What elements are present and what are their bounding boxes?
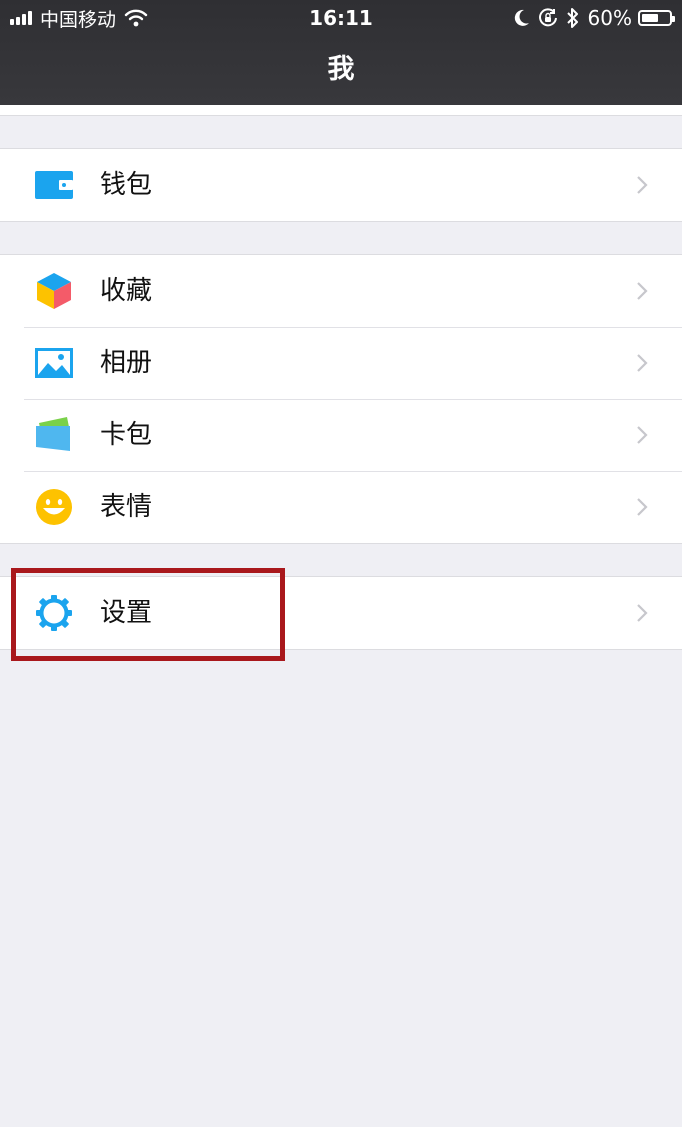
settings-highlight-box	[11, 568, 285, 661]
emoji-smile-icon	[36, 489, 72, 525]
moon-icon	[514, 9, 529, 26]
menu-item-label: 表情	[100, 492, 153, 522]
header-divider	[0, 105, 682, 116]
card-pack-icon	[36, 417, 70, 451]
chevron-right-icon	[637, 498, 648, 516]
album-icon	[35, 348, 73, 378]
menu-item-label: 钱包	[100, 170, 153, 200]
chevron-right-icon	[637, 604, 648, 622]
menu-item-wallet[interactable]: 钱包	[0, 149, 682, 221]
chevron-right-icon	[637, 176, 648, 194]
menu-item-label: 收藏	[100, 276, 153, 306]
menu-item-label: 卡包	[100, 420, 153, 450]
menu-item-emoji[interactable]: 表情	[0, 471, 682, 543]
chevron-right-icon	[637, 282, 648, 300]
battery-percent: 60%	[587, 6, 632, 30]
menu-item-favorites[interactable]: 收藏	[0, 255, 682, 327]
status-bar: 中国移动 16:11 60%	[0, 0, 682, 36]
favorites-cube-icon	[37, 273, 71, 309]
battery-icon	[638, 10, 675, 26]
bluetooth-icon	[566, 8, 578, 28]
menu-group-media: 收藏 相册 卡包 表情	[0, 254, 682, 544]
status-right: 60%	[506, 6, 675, 30]
menu-group-wallet: 钱包	[0, 148, 682, 222]
wallet-icon	[35, 171, 73, 199]
page-title: 我	[327, 54, 355, 85]
chevron-right-icon	[637, 354, 648, 372]
menu-item-label: 相册	[100, 348, 153, 378]
menu-item-album[interactable]: 相册	[0, 327, 682, 399]
rotation-lock-icon	[538, 8, 557, 27]
chevron-right-icon	[637, 426, 648, 444]
menu-item-card-pack[interactable]: 卡包	[0, 399, 682, 471]
top-bar: 中国移动 16:11 60% 我	[0, 0, 682, 105]
